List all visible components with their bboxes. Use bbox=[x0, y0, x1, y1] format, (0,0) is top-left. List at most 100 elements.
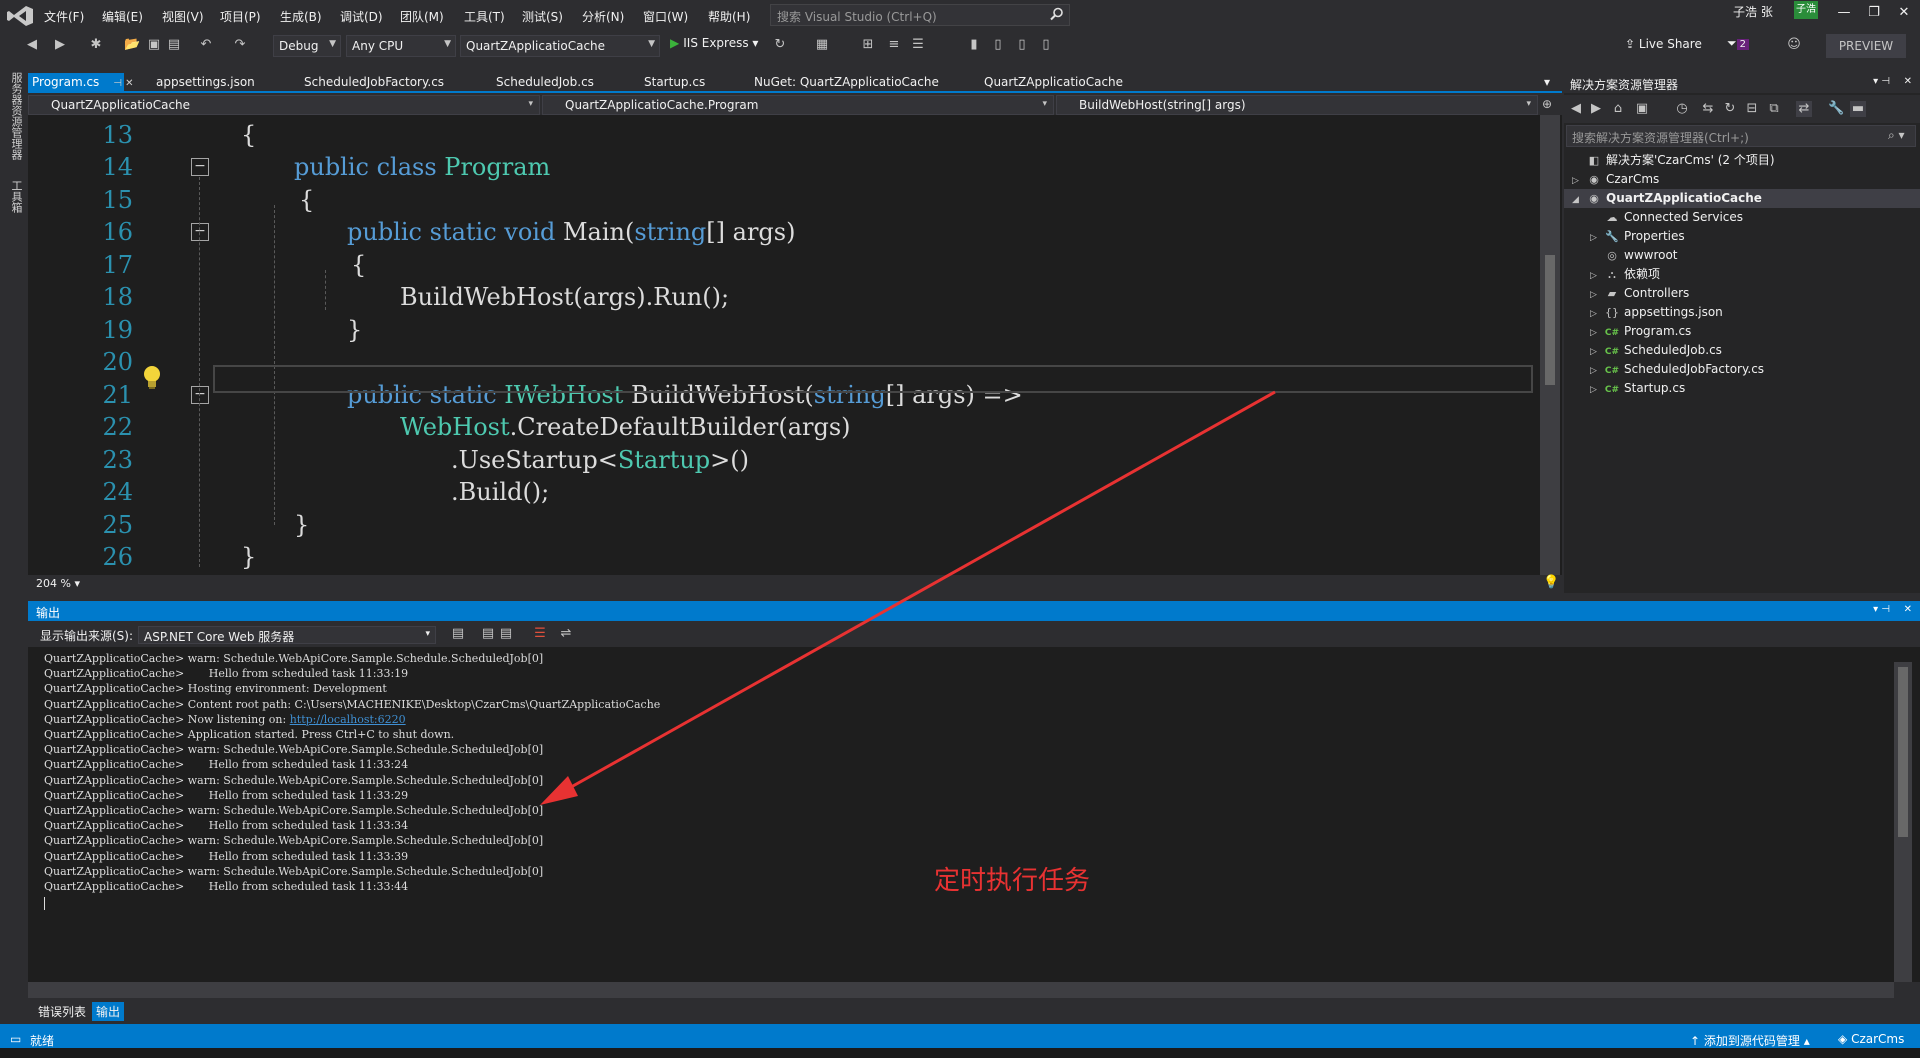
collapse-toggle[interactable]: − bbox=[191, 158, 209, 176]
user-name[interactable]: 子浩 张 bbox=[1733, 3, 1773, 20]
track-active-icon[interactable]: ⇄ bbox=[1796, 101, 1812, 117]
bookmark-icon[interactable]: ▮ bbox=[966, 37, 982, 53]
menu-item[interactable]: 视图(V) bbox=[162, 8, 204, 25]
tree-item[interactable]: ▷ 🔧 Properties bbox=[1564, 227, 1920, 246]
search-icon[interactable] bbox=[1050, 7, 1064, 21]
tab-nuget-quartzapplicatiocache[interactable]: NuGet: QuartZApplicatioCache bbox=[750, 73, 943, 91]
format-icon[interactable]: ≡ bbox=[886, 37, 902, 53]
output-source-select[interactable]: ASP.NET Core Web 服务器 ▾ bbox=[138, 626, 436, 644]
bookmark-next-icon[interactable]: ▯ bbox=[1014, 37, 1030, 53]
tab-output[interactable]: 输出 bbox=[92, 1002, 125, 1021]
go-to-previous-icon[interactable]: ▤ bbox=[450, 626, 466, 642]
menu-item[interactable]: 分析(N) bbox=[582, 8, 624, 25]
tab-overflow-icon[interactable]: ▾ bbox=[1540, 73, 1554, 91]
split-editor-icon[interactable]: ⊕ bbox=[1542, 97, 1552, 111]
pending-changes-icon[interactable]: ◷ bbox=[1674, 101, 1690, 117]
go-to-next-icon[interactable]: ▤ bbox=[480, 626, 496, 642]
undo-icon[interactable]: ↶ bbox=[198, 37, 214, 53]
menu-item[interactable]: 团队(M) bbox=[400, 8, 444, 25]
forward-icon[interactable]: ▶ bbox=[1588, 101, 1604, 117]
close-icon[interactable]: ✕ bbox=[1904, 76, 1912, 87]
tree-item[interactable]: ◢ ◉ QuartZApplicatioCache bbox=[1564, 189, 1920, 208]
collapse-all-icon[interactable]: ⊟ bbox=[1744, 101, 1760, 117]
tree-item[interactable]: ☁ Connected Services bbox=[1564, 208, 1920, 227]
menu-item[interactable]: 文件(F) bbox=[44, 8, 84, 25]
notifications-button[interactable]: ⏷ 2 bbox=[1727, 36, 1749, 51]
code-editor[interactable]: 13 14 15 16 17 18 19 20 21 22 23 24 25 2… bbox=[28, 115, 1562, 575]
sync-icon[interactable]: ⇆ bbox=[1700, 101, 1716, 117]
start-debugging-button[interactable]: ▶ IIS Express ▾ bbox=[670, 36, 758, 50]
tree-item[interactable]: ▷ C# ScheduledJob.cs bbox=[1564, 341, 1920, 360]
add-to-source-control-button[interactable]: ↑ 添加到源代码管理 ▴ bbox=[1690, 1032, 1810, 1049]
toolbox-tab[interactable]: 工具箱 bbox=[10, 180, 24, 213]
bookmark-clear-icon[interactable]: ▯ bbox=[1038, 37, 1054, 53]
tab-startup-cs[interactable]: Startup.cs bbox=[640, 73, 709, 91]
tab-appsettings-json[interactable]: appsettings.json bbox=[152, 73, 259, 91]
properties-icon[interactable]: 🔧 bbox=[1828, 101, 1844, 117]
switch-views-icon[interactable]: ▣ bbox=[1634, 101, 1650, 117]
tree-item[interactable]: ▷{} appsettings.json bbox=[1564, 303, 1920, 322]
solution-configuration-select[interactable]: Debug ▼ bbox=[273, 35, 341, 57]
project-nav-select[interactable]: QuartZApplicatioCache ▾ bbox=[28, 95, 540, 115]
menu-item[interactable]: 帮助(H) bbox=[708, 8, 750, 25]
tree-item[interactable]: ◧ 解决方案'CzarCms' (2 个项目) bbox=[1564, 151, 1920, 170]
tree-item[interactable]: ▷ ◉ CzarCms bbox=[1564, 170, 1920, 189]
pin-icon[interactable]: ▾ ⊣ bbox=[1873, 76, 1890, 87]
align-icon[interactable]: ☰ bbox=[910, 37, 926, 53]
editor-zoom-level[interactable]: 204 % ▾ bbox=[28, 575, 1562, 593]
tree-item[interactable]: ▷ C# Program.cs bbox=[1564, 322, 1920, 341]
output-vertical-scrollbar[interactable] bbox=[1894, 662, 1912, 982]
tab-quartzapplicatiocache[interactable]: QuartZApplicatioCache bbox=[980, 73, 1127, 91]
restore-icon[interactable]: ❐ bbox=[1864, 5, 1884, 21]
back-icon[interactable]: ◀ bbox=[24, 37, 40, 53]
save-all-icon[interactable]: ▤ bbox=[166, 37, 182, 53]
output-horizontal-scrollbar[interactable] bbox=[28, 982, 1894, 998]
lightbulb-icon[interactable]: 💡 bbox=[1543, 575, 1559, 590]
refresh-icon[interactable]: ↻ bbox=[772, 37, 788, 53]
tab-scheduledjobfactory-cs[interactable]: ScheduledJobFactory.cs bbox=[300, 73, 448, 91]
hierarchy-icon[interactable]: ⊞ bbox=[860, 37, 876, 53]
member-nav-select[interactable]: BuildWebHost(string[] args) ▾ bbox=[1056, 95, 1538, 115]
tree-item[interactable]: ▷ ⛬ 依赖项 bbox=[1564, 265, 1920, 284]
menu-item[interactable]: 项目(P) bbox=[220, 8, 261, 25]
tree-item[interactable]: ◎ wwwroot bbox=[1564, 246, 1920, 265]
menu-item[interactable]: 调试(D) bbox=[340, 8, 383, 25]
solution-explorer-search-input[interactable]: 搜索解决方案资源管理器(Ctrl+;) bbox=[1566, 125, 1916, 147]
tree-item[interactable]: ▷ C# Startup.cs bbox=[1564, 379, 1920, 398]
live-share-button[interactable]: ⇪ Live Share bbox=[1625, 37, 1702, 51]
tab-error-list[interactable]: 错误列表 bbox=[34, 1002, 90, 1021]
show-all-files-icon[interactable]: ⧉ bbox=[1766, 101, 1782, 117]
solution-platform-select[interactable]: Any CPU ▼ bbox=[346, 35, 456, 57]
search-icon[interactable]: ⌕ ▾ bbox=[1888, 128, 1905, 143]
menu-item[interactable]: 测试(S) bbox=[522, 8, 563, 25]
bookmark-prev-icon[interactable]: ▯ bbox=[990, 37, 1006, 53]
tab-program-cs[interactable]: Program.cs ⊣ ✕ bbox=[28, 73, 134, 91]
lightbulb-icon[interactable] bbox=[140, 364, 164, 392]
find-in-output-icon[interactable]: ▤ bbox=[498, 626, 514, 642]
menu-item[interactable]: 工具(T) bbox=[464, 8, 505, 25]
tab-scheduledjob-cs[interactable]: ScheduledJob.cs bbox=[492, 73, 598, 91]
localhost-link[interactable]: http://localhost:6220 bbox=[290, 713, 406, 726]
quick-launch-search-input[interactable]: 搜索 Visual Studio (Ctrl+Q) bbox=[770, 4, 1070, 26]
avatar[interactable]: 子浩 bbox=[1794, 1, 1818, 19]
redo-icon[interactable]: ↷ bbox=[232, 37, 248, 53]
new-project-icon[interactable]: ✱ bbox=[88, 37, 104, 53]
preview-selected-icon[interactable]: ▬ bbox=[1850, 101, 1866, 117]
menu-item[interactable]: 生成(B) bbox=[280, 8, 322, 25]
refresh-icon[interactable]: ↻ bbox=[1722, 101, 1738, 117]
tree-item[interactable]: ▷ ▰ Controllers bbox=[1564, 284, 1920, 303]
type-nav-select[interactable]: QuartZApplicatioCache.Program ▾ bbox=[542, 95, 1054, 115]
home-icon[interactable]: ⌂ bbox=[1610, 101, 1626, 117]
preview-button[interactable]: PREVIEW bbox=[1826, 34, 1906, 58]
toggle-word-wrap-icon[interactable]: ⇌ bbox=[558, 626, 574, 642]
menu-item[interactable]: 编辑(E) bbox=[102, 8, 143, 25]
close-icon[interactable]: ✕ bbox=[1894, 5, 1914, 21]
pin-icon[interactable]: ⊣ ✕ bbox=[113, 78, 133, 89]
open-file-icon[interactable]: 📂 bbox=[124, 37, 140, 53]
close-icon[interactable]: ✕ bbox=[1904, 604, 1912, 615]
back-icon[interactable]: ◀ bbox=[1568, 101, 1584, 117]
minimize-icon[interactable]: — bbox=[1834, 5, 1854, 21]
menu-item[interactable]: 窗口(W) bbox=[643, 8, 688, 25]
tree-item[interactable]: ▷ C# ScheduledJobFactory.cs bbox=[1564, 360, 1920, 379]
expand-arrow-icon[interactable]: ▷ bbox=[1590, 381, 1604, 400]
